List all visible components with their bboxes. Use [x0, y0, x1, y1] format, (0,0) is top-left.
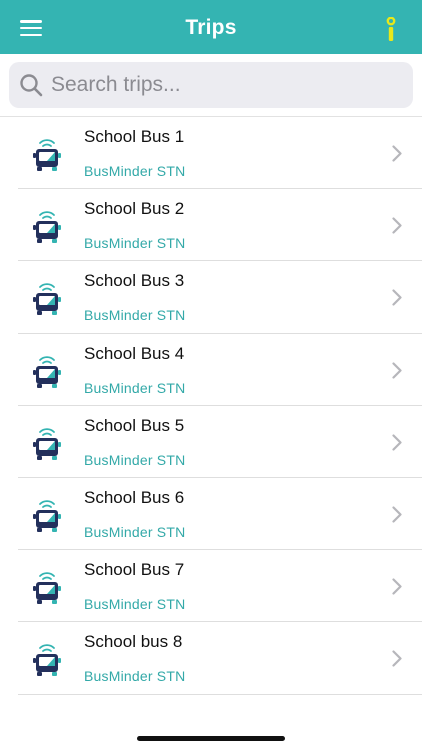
- trip-row[interactable]: School Bus 1 BusMinder STN: [18, 117, 422, 190]
- search-icon: [20, 74, 43, 97]
- trip-operator: BusMinder STN: [84, 307, 186, 324]
- chevron-right-icon: [392, 506, 402, 523]
- trip-operator: BusMinder STN: [84, 235, 186, 252]
- bus-signal-icon: [33, 500, 61, 532]
- trip-name: School bus 8: [84, 632, 183, 652]
- trip-row[interactable]: School Bus 5 BusMinder STN: [18, 406, 422, 478]
- trip-operator: BusMinder STN: [84, 451, 186, 468]
- trip-name: School Bus 3: [84, 271, 185, 291]
- bus-signal-icon: [33, 572, 61, 605]
- trip-row[interactable]: School Bus 6 BusMinder STN: [18, 478, 422, 551]
- trip-name: School Bus 5: [84, 415, 185, 435]
- search-input[interactable]: [51, 66, 401, 104]
- chevron-right-icon: [392, 289, 402, 306]
- trip-row[interactable]: School bus 8 BusMinder STN: [18, 622, 422, 695]
- chevron-right-icon: [392, 361, 402, 379]
- trip-operator: BusMinder STN: [84, 596, 186, 613]
- trip-row[interactable]: School Bus 7 BusMinder STN: [18, 550, 422, 623]
- page-title: Trips: [185, 16, 237, 39]
- bus-signal-icon: [33, 211, 61, 244]
- trip-name: School Bus 6: [84, 487, 185, 507]
- search-bar-container: [0, 54, 422, 116]
- bus-signal-icon: [33, 355, 61, 388]
- top-navigation-bar: Trips: [0, 0, 422, 54]
- chevron-right-icon: [392, 434, 402, 451]
- trip-list: School Bus 1 BusMinder STN School Bus 2 …: [0, 116, 422, 695]
- chevron-right-icon: [392, 650, 402, 667]
- trip-row[interactable]: School Bus 3 BusMinder STN: [18, 261, 422, 334]
- trip-operator: BusMinder STN: [84, 668, 186, 685]
- trip-operator: BusMinder STN: [84, 379, 186, 396]
- trip-name: School Bus 4: [84, 343, 185, 363]
- info-icon[interactable]: [384, 17, 398, 43]
- bus-signal-icon: [33, 139, 61, 171]
- bus-signal-icon: [33, 283, 61, 316]
- chevron-right-icon: [392, 145, 402, 162]
- search-box[interactable]: [9, 62, 413, 108]
- trip-row[interactable]: School Bus 4 BusMinder STN: [18, 334, 422, 406]
- trip-row[interactable]: School Bus 2 BusMinder STN: [18, 189, 422, 262]
- trip-name: School Bus 2: [84, 199, 185, 219]
- trip-name: School Bus 1: [84, 127, 185, 146]
- bus-signal-icon: [33, 427, 61, 460]
- trip-operator: BusMinder STN: [84, 523, 186, 540]
- trip-name: School Bus 7: [84, 560, 185, 580]
- chevron-right-icon: [392, 578, 402, 595]
- trip-operator: BusMinder STN: [84, 163, 186, 179]
- bus-signal-icon: [33, 644, 61, 677]
- chevron-right-icon: [392, 217, 402, 234]
- home-indicator: [137, 736, 285, 741]
